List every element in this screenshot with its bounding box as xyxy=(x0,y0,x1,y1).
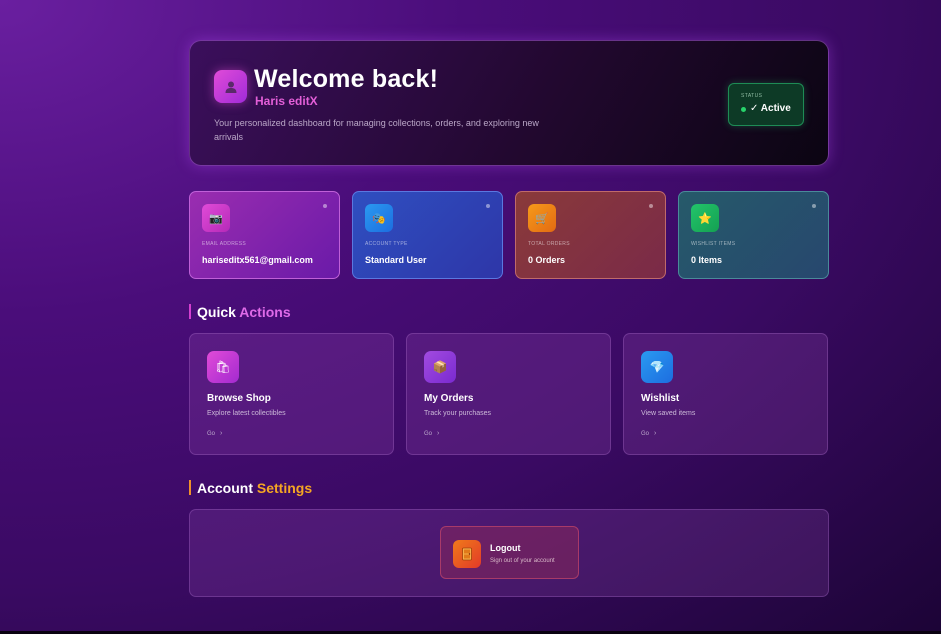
shopping-bags-icon: 🛍 xyxy=(207,351,239,383)
action-title: Browse Shop xyxy=(207,393,271,404)
status-value: ✓ Active xyxy=(750,103,791,114)
camera-icon: 📷 xyxy=(202,204,230,232)
account-settings-panel: Logout Sign out of your account xyxy=(189,509,829,597)
action-description: Track your purchases xyxy=(424,410,492,417)
chevron-right-icon: › xyxy=(654,430,657,437)
logout-description: Sign out of your account xyxy=(490,558,555,564)
wishlist-items-value: 0 Items xyxy=(691,255,723,265)
heading-main: Quick xyxy=(197,304,236,320)
status-dot-icon xyxy=(741,107,746,112)
welcome-banner: Welcome back! Haris editX Your personali… xyxy=(189,40,829,166)
go-link[interactable]: Go › xyxy=(207,430,222,437)
quick-actions: 🛍 Browse Shop Explore latest collectible… xyxy=(189,333,829,455)
action-description: Explore latest collectibles xyxy=(207,410,286,417)
logout-label: Logout xyxy=(490,543,521,553)
card-label: ACCOUNT TYPE xyxy=(365,241,408,247)
logout-button[interactable]: Logout Sign out of your account xyxy=(440,526,579,579)
status-label: STATUS xyxy=(741,93,763,99)
email-value: hariseditx561@gmail.com xyxy=(202,255,313,265)
account-type-card: 🎭 ACCOUNT TYPE Standard User xyxy=(352,191,503,279)
account-type-value: Standard User xyxy=(365,255,427,265)
status-badge: STATUS ✓ Active xyxy=(728,83,804,126)
card-label: EMAIL ADDRESS xyxy=(202,241,247,247)
total-orders-value: 0 Orders xyxy=(528,255,566,265)
action-title: Wishlist xyxy=(641,393,680,404)
user-icon xyxy=(214,70,247,103)
wishlist-items-card: ⭐ WISHLIST ITEMS 0 Items xyxy=(678,191,829,279)
dashboard: Welcome back! Haris editX Your personali… xyxy=(189,40,829,597)
quick-actions-heading: Quick Actions xyxy=(189,304,291,320)
star-icon: ⭐ xyxy=(691,204,719,232)
email-card: 📷 EMAIL ADDRESS hariseditx561@gmail.com xyxy=(189,191,340,279)
card-dot-icon xyxy=(649,204,653,208)
mask-icon: 🎭 xyxy=(365,204,393,232)
card-dot-icon xyxy=(812,204,816,208)
heading-main: Account xyxy=(197,480,253,496)
total-orders-card: 🛒 TOTAL ORDERS 0 Orders xyxy=(515,191,666,279)
heading-accent: Settings xyxy=(256,480,313,496)
chevron-right-icon: › xyxy=(437,430,440,437)
card-dot-icon xyxy=(323,204,327,208)
wishlist-card[interactable]: 💎 Wishlist View saved items Go › xyxy=(623,333,828,455)
card-label: WISHLIST ITEMS xyxy=(691,241,736,247)
action-title: My Orders xyxy=(424,393,474,404)
heading-accent: Actions xyxy=(239,304,291,320)
dashboard-description: Your personalized dashboard for managing… xyxy=(214,118,539,142)
username: Haris editX xyxy=(255,94,318,108)
info-cards: 📷 EMAIL ADDRESS hariseditx561@gmail.com … xyxy=(189,191,829,279)
browse-shop-card[interactable]: 🛍 Browse Shop Explore latest collectible… xyxy=(189,333,394,455)
account-settings-heading: Account Settings xyxy=(189,480,312,496)
card-label: TOTAL ORDERS xyxy=(528,241,570,247)
go-link[interactable]: Go › xyxy=(641,430,656,437)
package-icon: 📦 xyxy=(424,351,456,383)
card-dot-icon xyxy=(486,204,490,208)
page-title: Welcome back! xyxy=(254,65,439,93)
gem-icon: 💎 xyxy=(641,351,673,383)
go-link[interactable]: Go › xyxy=(424,430,439,437)
chevron-right-icon: › xyxy=(220,430,223,437)
action-description: View saved items xyxy=(641,410,696,417)
door-icon xyxy=(453,540,481,568)
my-orders-card[interactable]: 📦 My Orders Track your purchases Go › xyxy=(406,333,611,455)
cart-icon: 🛒 xyxy=(528,204,556,232)
